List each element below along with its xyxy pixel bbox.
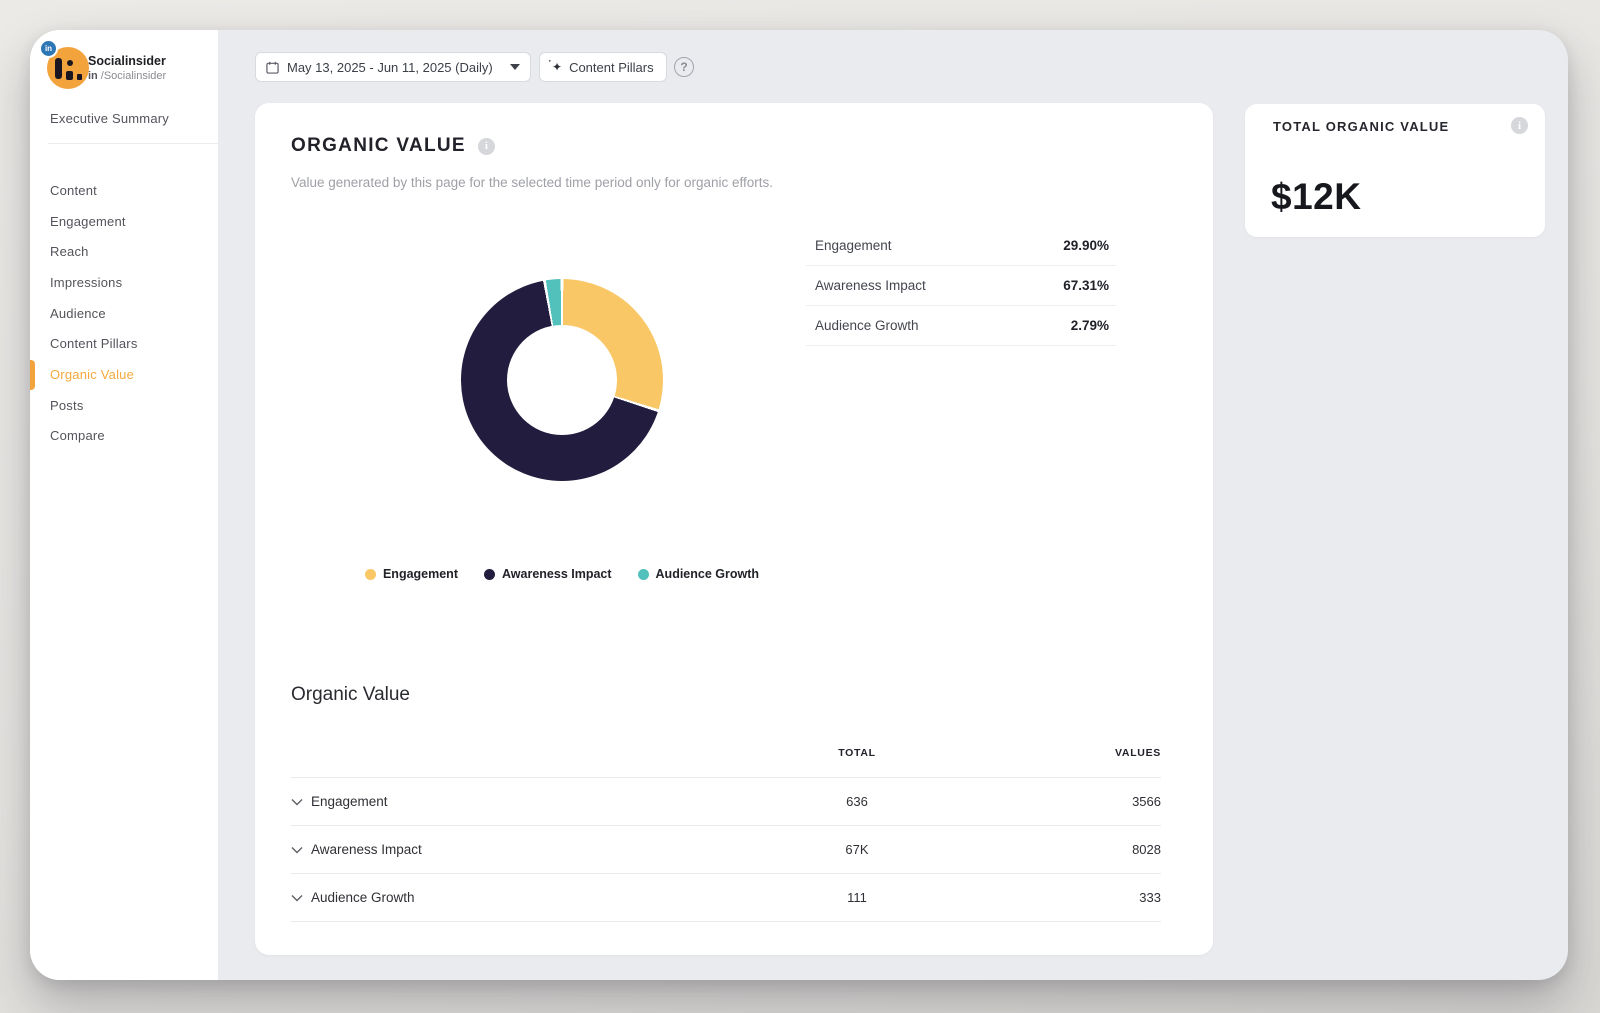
date-range-picker[interactable]: May 13, 2025 - Jun 11, 2025 (Daily) bbox=[255, 52, 531, 82]
organic-value-table: TOTAL VALUES Engagement 636 3566 Awarene… bbox=[291, 733, 1161, 922]
sidebar: in Socialinsider in/Socialinsider Execut… bbox=[30, 30, 218, 980]
sidebar-item-content-pillars[interactable]: Content Pillars bbox=[50, 336, 138, 352]
content-pillars-label: Content Pillars bbox=[569, 60, 654, 75]
breakdown-row-audience-growth: Audience Growth 2.79% bbox=[806, 306, 1116, 346]
sidebar-item-posts[interactable]: Posts bbox=[50, 398, 84, 414]
breakdown-row-engagement: Engagement 29.90% bbox=[806, 226, 1116, 266]
legend-dot-engagement bbox=[365, 569, 376, 580]
legend-item-audience-growth[interactable]: Audience Growth bbox=[638, 567, 759, 581]
table-row-engagement[interactable]: Engagement 636 3566 bbox=[291, 778, 1161, 826]
cell-values: 333 bbox=[961, 890, 1161, 905]
calendar-icon bbox=[266, 61, 279, 74]
cell-total: 67K bbox=[757, 842, 957, 857]
info-icon[interactable]: i bbox=[1511, 117, 1528, 134]
brand-name: Socialinsider bbox=[88, 54, 166, 68]
sidebar-item-impressions[interactable]: Impressions bbox=[50, 275, 122, 291]
breakdown-value: 29.90% bbox=[1063, 238, 1109, 253]
logo-glyph bbox=[66, 71, 73, 80]
cell-values: 8028 bbox=[961, 842, 1161, 857]
sidebar-item-compare[interactable]: Compare bbox=[50, 428, 105, 444]
sidebar-item-executive-summary[interactable]: Executive Summary bbox=[50, 111, 169, 127]
table-row-awareness-impact[interactable]: Awareness Impact 67K 8028 bbox=[291, 826, 1161, 874]
column-header-total: TOTAL bbox=[757, 747, 957, 759]
breakdown-row-awareness-impact: Awareness Impact 67.31% bbox=[806, 266, 1116, 306]
table-row-audience-growth[interactable]: Audience Growth 111 333 bbox=[291, 874, 1161, 922]
info-icon[interactable]: i bbox=[478, 138, 495, 155]
breakdown-label: Audience Growth bbox=[815, 318, 919, 333]
donut-chart-hole bbox=[507, 325, 617, 435]
sidebar-item-engagement[interactable]: Engagement bbox=[50, 214, 126, 230]
sidebar-item-organic-value[interactable]: Organic Value bbox=[50, 367, 134, 383]
help-icon[interactable]: ? bbox=[674, 57, 694, 77]
legend-item-engagement[interactable]: Engagement bbox=[365, 567, 458, 581]
cell-values: 3566 bbox=[961, 794, 1161, 809]
chevron-down-icon[interactable] bbox=[291, 894, 303, 902]
sidebar-divider bbox=[48, 143, 218, 144]
sidebar-item-content[interactable]: Content bbox=[50, 183, 97, 199]
legend-label: Engagement bbox=[383, 567, 458, 581]
total-organic-value-card: TOTAL ORGANIC VALUE i $12K bbox=[1245, 104, 1545, 237]
sparkle-icon: ✦ bbox=[552, 60, 562, 74]
cell-total: 111 bbox=[757, 890, 957, 905]
chevron-down-icon bbox=[510, 64, 520, 70]
chevron-down-icon[interactable] bbox=[291, 846, 303, 854]
row-label: Audience Growth bbox=[311, 890, 415, 905]
brand-handle: in/Socialinsider bbox=[88, 70, 166, 82]
breakdown-label: Engagement bbox=[815, 238, 892, 253]
date-range-label: May 13, 2025 - Jun 11, 2025 (Daily) bbox=[287, 60, 493, 75]
sidebar-item-audience[interactable]: Audience bbox=[50, 306, 106, 322]
logo-glyph bbox=[67, 60, 73, 66]
handle-network: in bbox=[88, 70, 98, 82]
table-title: Organic Value bbox=[291, 684, 410, 706]
breakdown-value: 67.31% bbox=[1063, 278, 1109, 293]
organic-value-card: ORGANIC VALUE i Value generated by this … bbox=[255, 103, 1213, 955]
row-label: Engagement bbox=[311, 794, 388, 809]
content-pillars-button[interactable]: ✦ Content Pillars bbox=[539, 52, 667, 82]
chart-legend: Engagement Awareness Impact Audience Gro… bbox=[255, 567, 869, 581]
legend-item-awareness-impact[interactable]: Awareness Impact bbox=[484, 567, 612, 581]
logo-glyph bbox=[55, 58, 62, 79]
section-description: Value generated by this page for the sel… bbox=[291, 175, 773, 190]
logo-glyph bbox=[77, 74, 82, 80]
handle-text: /Socialinsider bbox=[101, 70, 166, 82]
legend-dot-audience-growth bbox=[638, 569, 649, 580]
legend-label: Awareness Impact bbox=[502, 567, 612, 581]
sidebar-item-reach[interactable]: Reach bbox=[50, 244, 89, 260]
summary-card-title: TOTAL ORGANIC VALUE bbox=[1273, 119, 1449, 134]
column-header-values: VALUES bbox=[961, 747, 1161, 759]
row-label: Awareness Impact bbox=[311, 842, 422, 857]
breakdown-list: Engagement 29.90% Awareness Impact 67.31… bbox=[806, 226, 1116, 346]
breakdown-value: 2.79% bbox=[1071, 318, 1109, 333]
breakdown-label: Awareness Impact bbox=[815, 278, 926, 293]
linkedin-badge-icon: in bbox=[39, 39, 58, 58]
section-title: ORGANIC VALUE bbox=[291, 135, 466, 157]
table-header: TOTAL VALUES bbox=[291, 733, 1161, 778]
active-item-indicator bbox=[30, 360, 35, 390]
chevron-down-icon[interactable] bbox=[291, 798, 303, 806]
legend-dot-awareness-impact bbox=[484, 569, 495, 580]
legend-label: Audience Growth bbox=[656, 567, 759, 581]
app-window: in Socialinsider in/Socialinsider Execut… bbox=[30, 30, 1568, 980]
total-organic-value: $12K bbox=[1271, 176, 1361, 218]
cell-total: 636 bbox=[757, 794, 957, 809]
